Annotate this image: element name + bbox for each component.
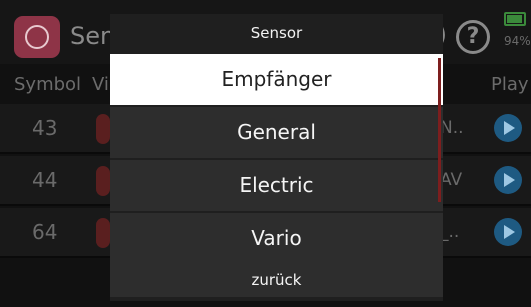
row-indicator <box>96 218 110 248</box>
column-header-symbol: Symbol <box>14 74 82 95</box>
row-number: 43 <box>32 116 58 140</box>
play-icon[interactable] <box>494 114 522 142</box>
sensor-select-dialog: Sensor Empfänger General Electric Vario … <box>110 14 443 301</box>
row-indicator <box>96 166 110 196</box>
row-label-tail: N.. <box>440 118 464 138</box>
dialog-title: Sensor <box>250 24 303 42</box>
back-button[interactable]: zurück <box>110 263 443 297</box>
option-electric[interactable]: Electric <box>110 160 443 211</box>
row-number: 64 <box>32 220 58 244</box>
battery-percent: 94% <box>504 34 531 48</box>
gauge-icon <box>25 25 49 49</box>
row-label-tail: AV <box>440 170 463 190</box>
column-header-play: Play <box>491 74 529 95</box>
page-title: Sen <box>70 22 116 50</box>
help-icon[interactable]: ? <box>456 20 490 54</box>
column-header-viz: Vi <box>92 74 109 95</box>
sensor-app-icon <box>14 16 60 58</box>
scrollbar[interactable] <box>438 58 441 202</box>
play-icon[interactable] <box>494 166 522 194</box>
row-number: 44 <box>32 168 58 192</box>
option-empfaenger[interactable]: Empfänger <box>110 54 443 105</box>
battery-icon <box>504 12 526 26</box>
option-vario[interactable]: Vario <box>110 213 443 264</box>
play-icon[interactable] <box>494 218 522 246</box>
battery-fill <box>507 15 522 23</box>
option-general[interactable]: General <box>110 107 443 158</box>
row-indicator <box>96 114 110 144</box>
